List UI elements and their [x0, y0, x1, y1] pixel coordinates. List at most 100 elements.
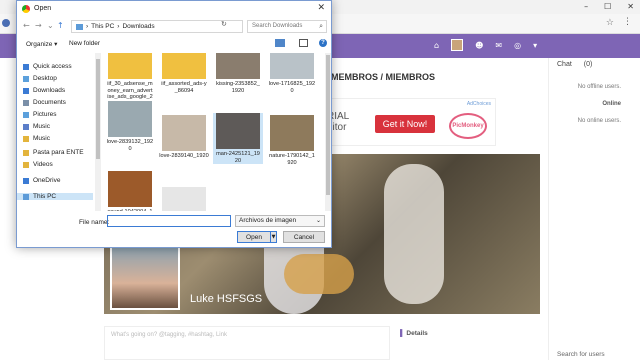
preview-pane-icon[interactable] — [299, 39, 308, 47]
page-title: R MEMBROS / MIEMBROS — [322, 72, 436, 82]
notifications-icon[interactable]: ◎ — [514, 41, 521, 50]
file-name: kissing-2353852_ 1920 — [216, 81, 260, 94]
file-thumbnail — [108, 53, 152, 79]
close-icon[interactable]: ✕ — [627, 2, 634, 11]
nav-item-label: Music — [33, 135, 50, 142]
navigation-pane: Quick access Desktop Downloads Documents Pic… — [17, 53, 95, 211]
file-name: love-2839132_192 0 — [106, 139, 154, 152]
open-button[interactable]: Open — [237, 231, 271, 243]
folder-icon — [23, 87, 29, 94]
nav-item-label: Pictures — [33, 111, 57, 118]
nav-item-label: Videos — [33, 161, 53, 168]
nav-item[interactable]: Quick access — [23, 63, 72, 70]
window-controls: – ☐ ✕ — [584, 2, 634, 11]
nav-item[interactable]: Pasta para ENTE — [23, 149, 84, 156]
file-item[interactable]: love-2839132_192 0 — [105, 101, 155, 152]
chat-header[interactable]: Chat (0) — [557, 61, 592, 68]
nav-item[interactable]: Music — [23, 135, 50, 142]
file-name-label: File name: — [79, 219, 110, 226]
file-list: iif_30_adsense_m oney_earn_advert ise_ad… — [103, 53, 325, 211]
messages-icon[interactable]: ✉ — [495, 41, 502, 50]
forward-arrow-icon[interactable]: → — [35, 21, 42, 30]
file-thumbnail — [162, 115, 206, 151]
breadcrumb-this-pc[interactable]: This PC — [91, 23, 114, 30]
file-item[interactable]: sound-1042004_1 920 — [105, 171, 155, 211]
folder-icon — [23, 111, 29, 118]
chat-sidebar: Chat (0) No offline users. Online No onl… — [548, 58, 640, 360]
file-name: love-2839140_1920 — [159, 153, 209, 159]
online-heading: Online — [602, 101, 621, 107]
nav-item-label: Pasta para ENTE — [33, 149, 84, 156]
advertisement[interactable]: AdChoices RIAL ditor Get it Now! PicMonk… — [324, 98, 496, 146]
avatar[interactable] — [451, 39, 464, 51]
dialog-address-row: ← → ⌄ ↑ › This PC › Downloads ↻ Search D… — [17, 18, 331, 36]
history-dropdown-icon[interactable]: ⌄ — [47, 21, 54, 30]
open-file-dialog: Open ✕ ← → ⌄ ↑ › This PC › Downloads ↻ S… — [16, 0, 332, 248]
chrome-logo-icon — [22, 5, 30, 13]
help-icon[interactable]: ? — [319, 39, 327, 47]
file-thumbnail — [162, 187, 206, 211]
search-icon: ⌕ — [319, 22, 323, 30]
breadcrumb-downloads[interactable]: Downloads — [122, 23, 154, 30]
file-name-input[interactable] — [107, 215, 231, 227]
search-users-input[interactable]: Search for users — [557, 351, 605, 358]
file-thumbnail — [216, 113, 260, 149]
cancel-button[interactable]: Cancel — [283, 231, 325, 243]
file-item[interactable]: iif_30_adsense_m oney_earn_advert ise_ad… — [105, 53, 155, 107]
new-folder-button[interactable]: New folder — [69, 40, 100, 47]
refresh-icon[interactable]: ↻ — [221, 20, 227, 28]
minimize-icon[interactable]: – — [584, 2, 588, 11]
ad-choices-label[interactable]: AdChoices — [467, 101, 491, 107]
details-heading: ▌ Details — [400, 330, 428, 337]
dialog-close-icon[interactable]: ✕ — [317, 3, 325, 13]
organize-menu[interactable]: Organize ▾ — [26, 40, 57, 48]
ad-cta-button[interactable]: Get it Now! — [375, 115, 435, 133]
chat-label: Chat — [557, 61, 572, 68]
bookmark-star-icon[interactable]: ☆ — [606, 18, 614, 28]
file-item[interactable]: ZZyc4QW (1) — [159, 187, 209, 211]
nav-item-label: Documents — [33, 99, 66, 106]
back-arrow-icon[interactable]: ← — [23, 21, 30, 30]
file-item[interactable]: iif_assorted_ads-y _86094 — [159, 53, 209, 94]
nav-item[interactable]: This PC — [17, 193, 93, 200]
file-item[interactable]: nature-1790142_1 920 — [267, 115, 317, 166]
folder-icon — [23, 161, 29, 168]
folder-icon — [23, 193, 29, 200]
site-icon — [2, 19, 10, 27]
folder-icon — [23, 149, 29, 156]
nav-item[interactable]: Downloads — [23, 87, 65, 94]
file-thumbnail — [162, 53, 206, 79]
dialog-toolbar: Organize ▾ New folder ? — [17, 37, 331, 51]
maximize-icon[interactable]: ☐ — [604, 2, 611, 11]
nav-item-label: OneDrive — [33, 177, 61, 184]
open-options-dropdown[interactable]: ▼ — [270, 231, 277, 243]
file-item[interactable]: man-2425121_19 20 — [213, 113, 263, 165]
view-options-icon[interactable] — [275, 39, 285, 47]
search-downloads-input[interactable]: Search Downloads ⌕ — [247, 20, 327, 33]
folder-icon — [23, 75, 29, 82]
path-breadcrumb[interactable]: › This PC › Downloads — [71, 20, 243, 33]
file-name: iif_assorted_ads-y _86094 — [161, 81, 207, 94]
nav-item[interactable]: Desktop — [23, 75, 57, 82]
browser-menu-icon[interactable]: ⋮ — [623, 17, 632, 27]
file-list-scrollbar[interactable] — [325, 53, 331, 211]
profile-picture[interactable] — [110, 244, 180, 310]
home-icon[interactable]: ⌂ — [434, 41, 439, 50]
online-status: No online users. — [577, 118, 621, 124]
file-name: nature-1790142_1 920 — [269, 153, 315, 166]
file-item[interactable]: love-2839140_1920 — [159, 115, 209, 160]
file-item[interactable]: love-1716825_192 0 — [267, 53, 317, 94]
nav-item[interactable]: Music — [23, 123, 50, 130]
nav-item[interactable]: Pictures — [23, 111, 56, 118]
friends-icon[interactable]: ☻ — [475, 41, 483, 50]
dropdown-icon[interactable]: ▾ — [533, 41, 537, 50]
navigation-scrollbar[interactable] — [95, 53, 101, 211]
file-item[interactable]: kissing-2353852_ 1920 — [213, 53, 263, 94]
nav-item[interactable]: Videos — [23, 161, 53, 168]
nav-item[interactable]: OneDrive — [23, 177, 60, 184]
profile-name: Luke HSFSGS — [190, 293, 263, 305]
nav-item[interactable]: Documents — [23, 99, 66, 106]
file-type-select[interactable]: Archivos de imagen ⌄ — [235, 215, 325, 227]
post-composer[interactable]: What's going on? @tagging, #hashtag, Lin… — [104, 326, 390, 360]
up-arrow-icon[interactable]: ↑ — [57, 21, 64, 30]
